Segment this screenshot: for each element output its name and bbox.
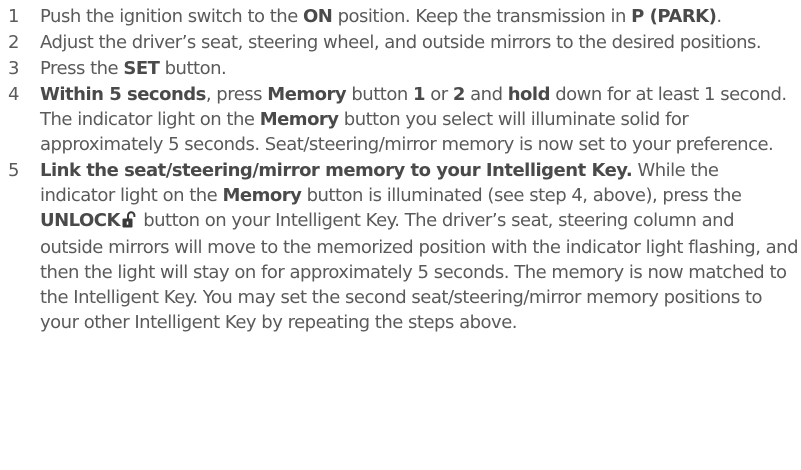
bold-term: Memory	[267, 84, 347, 105]
step-5: 5 Link the seat/steering/mirror memory t…	[8, 158, 799, 335]
step-number: 2	[8, 32, 19, 53]
bold-term: SET	[123, 58, 160, 79]
step-number: 5	[8, 160, 19, 181]
bold-term: 2	[452, 84, 466, 105]
unlock-icon	[122, 210, 136, 235]
step-number: 3	[8, 58, 19, 79]
step-number: 1	[8, 6, 19, 27]
step-text: Adjust the driver’s seat, steering wheel…	[40, 32, 762, 53]
step-text: Press the SET button.	[40, 58, 227, 79]
bold-term: Memory	[222, 185, 302, 206]
bold-term: hold	[507, 84, 551, 105]
bold-term: P (PARK)	[631, 6, 717, 27]
bold-term: Within 5 seconds	[40, 84, 206, 105]
step-text: Link the seat/steering/mirror memory to …	[40, 160, 799, 333]
step-text: Within 5 seconds, press Memory button 1 …	[40, 84, 787, 155]
step-text: Push the ignition switch to the ON posit…	[40, 6, 722, 27]
memory-setup-steps: 1 Push the ignition switch to the ON pos…	[8, 4, 799, 336]
manual-page: 1 Push the ignition switch to the ON pos…	[0, 0, 801, 470]
bold-term: Memory	[259, 109, 339, 130]
step-number: 4	[8, 84, 19, 105]
step-3: 3 Press the SET button.	[8, 56, 798, 81]
step-2: 2 Adjust the driver’s seat, steering whe…	[8, 30, 798, 55]
bold-term: UNLOCK	[40, 210, 120, 231]
step-4: 4 Within 5 seconds, press Memory button …	[8, 82, 798, 157]
step-1: 1 Push the ignition switch to the ON pos…	[8, 4, 798, 29]
bold-term: ON	[303, 6, 333, 27]
bold-term: Link the seat/steering/mirror memory to …	[40, 160, 633, 181]
bold-term: 1	[412, 84, 426, 105]
